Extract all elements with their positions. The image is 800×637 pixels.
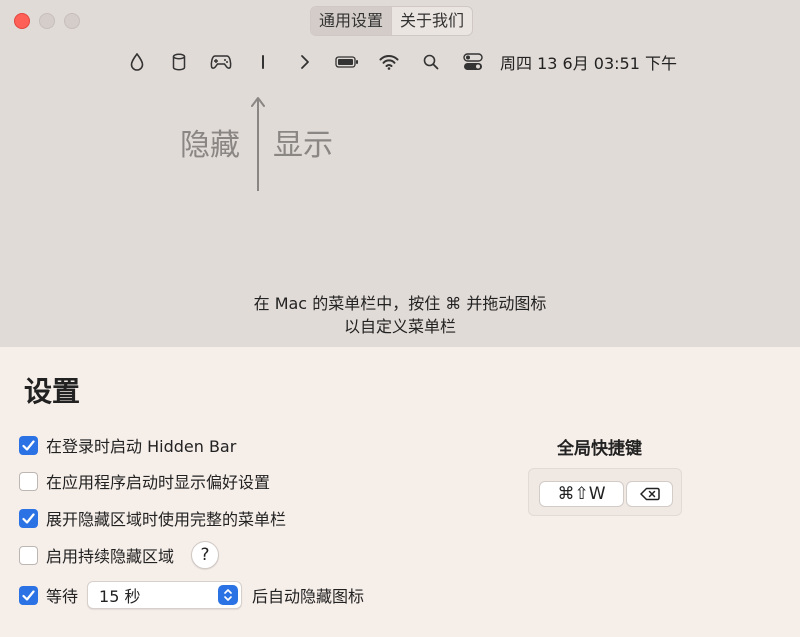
help-button[interactable]: ? — [191, 541, 220, 569]
checkbox-full-menubar[interactable] — [19, 508, 38, 528]
shortcut-keys-button[interactable]: ⌘⇧W — [539, 481, 624, 507]
option-always-hidden-section[interactable]: 启用持续隐藏区域 ? — [19, 541, 220, 569]
option-label-before: 等待 — [46, 587, 79, 606]
tip-text-line2: 以自定义菜单栏 — [343, 317, 456, 336]
checkbox-show-prefs-on-launch[interactable] — [19, 471, 38, 491]
option-label: 在应用程序启动时显示偏好设置 — [46, 473, 271, 492]
minimize-button[interactable] — [39, 13, 55, 29]
separator-bar-icon — [242, 48, 284, 76]
option-label: 展开隐藏区域时使用完整的菜单栏 — [46, 510, 287, 529]
gamepad-icon — [200, 48, 242, 76]
up-down-chevron-icon — [218, 585, 239, 605]
battery-icon — [326, 48, 368, 76]
option-show-prefs-on-launch[interactable]: 在应用程序启动时显示偏好设置 — [19, 469, 270, 493]
hidden-section-label: 隐藏 — [180, 128, 240, 163]
checkmark-icon — [22, 439, 35, 451]
tab-bar: 通用设置 关于我们 — [310, 6, 474, 36]
settings-title: 设置 — [24, 375, 81, 408]
delete-icon — [639, 487, 660, 501]
checkbox-auto-hide[interactable] — [19, 585, 38, 605]
drag-arrow-icon — [251, 97, 265, 191]
auto-hide-delay-select[interactable]: 15 秒 — [87, 581, 243, 609]
window-controls — [14, 13, 80, 29]
checkmark-icon — [22, 512, 35, 524]
option-label: 在登录时启动 Hidden Bar — [46, 437, 237, 456]
option-launch-at-login[interactable]: 在登录时启动 Hidden Bar — [19, 433, 236, 457]
clear-shortcut-button[interactable] — [626, 481, 673, 507]
close-button[interactable] — [14, 13, 30, 29]
wifi-icon — [368, 48, 410, 76]
menubar-preview: 周四 13 6月 03:51 下午 — [116, 48, 677, 76]
shown-section-label: 显示 — [273, 128, 333, 163]
cylinder-icon — [158, 48, 200, 76]
shortcut-recorder: ⌘⇧W — [528, 468, 682, 516]
zoom-button[interactable] — [64, 13, 80, 29]
checkmark-icon — [22, 589, 35, 601]
select-value: 15 秒 — [99, 587, 141, 606]
option-full-menubar[interactable]: 展开隐藏区域时使用完整的菜单栏 — [19, 506, 286, 530]
option-label-after: 后自动隐藏图标 — [252, 587, 365, 606]
option-auto-hide[interactable]: 等待 15 秒 后自动隐藏图标 — [19, 581, 365, 609]
preview-area: 通用设置 关于我们 周四 13 6月 03:51 下午 隐藏 显示 在 Mac … — [0, 0, 800, 347]
search-icon — [410, 48, 452, 76]
option-label: 启用持续隐藏区域 — [46, 547, 175, 566]
checkbox-always-hidden-section[interactable] — [19, 545, 38, 565]
tab-general[interactable]: 通用设置 — [311, 7, 392, 35]
menubar-clock: 周四 13 6月 03:51 下午 — [500, 54, 677, 73]
checkbox-launch-at-login[interactable] — [19, 435, 38, 455]
chevron-right-icon[interactable] — [284, 48, 326, 76]
shortcut-title: 全局快捷键 — [557, 439, 642, 459]
tab-about[interactable]: 关于我们 — [391, 7, 472, 35]
control-center-icon — [452, 48, 494, 76]
drop-icon — [116, 48, 158, 76]
tip-text-line1: 在 Mac 的菜单栏中，按住 ⌘ 并拖动图标 — [253, 294, 547, 313]
